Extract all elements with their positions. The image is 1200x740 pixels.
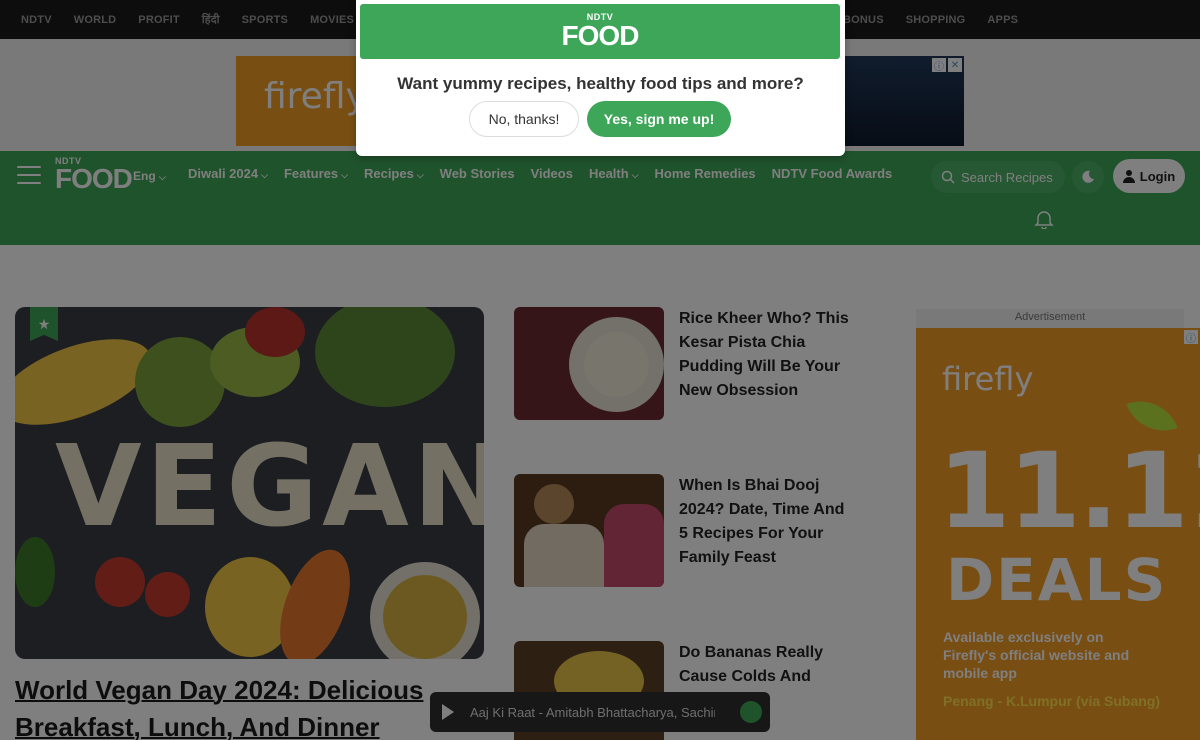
popup-message: Want yummy recipes, healthy food tips an… [397,74,804,93]
popup-logo-food: FOOD [561,20,640,51]
popup-header: NDTV FOOD [360,4,840,59]
newsletter-popup: NDTV FOOD Want yummy recipes, healthy fo… [356,0,845,156]
decline-button[interactable]: No, thanks! [469,101,579,137]
accept-button[interactable]: Yes, sign me up! [587,101,731,137]
